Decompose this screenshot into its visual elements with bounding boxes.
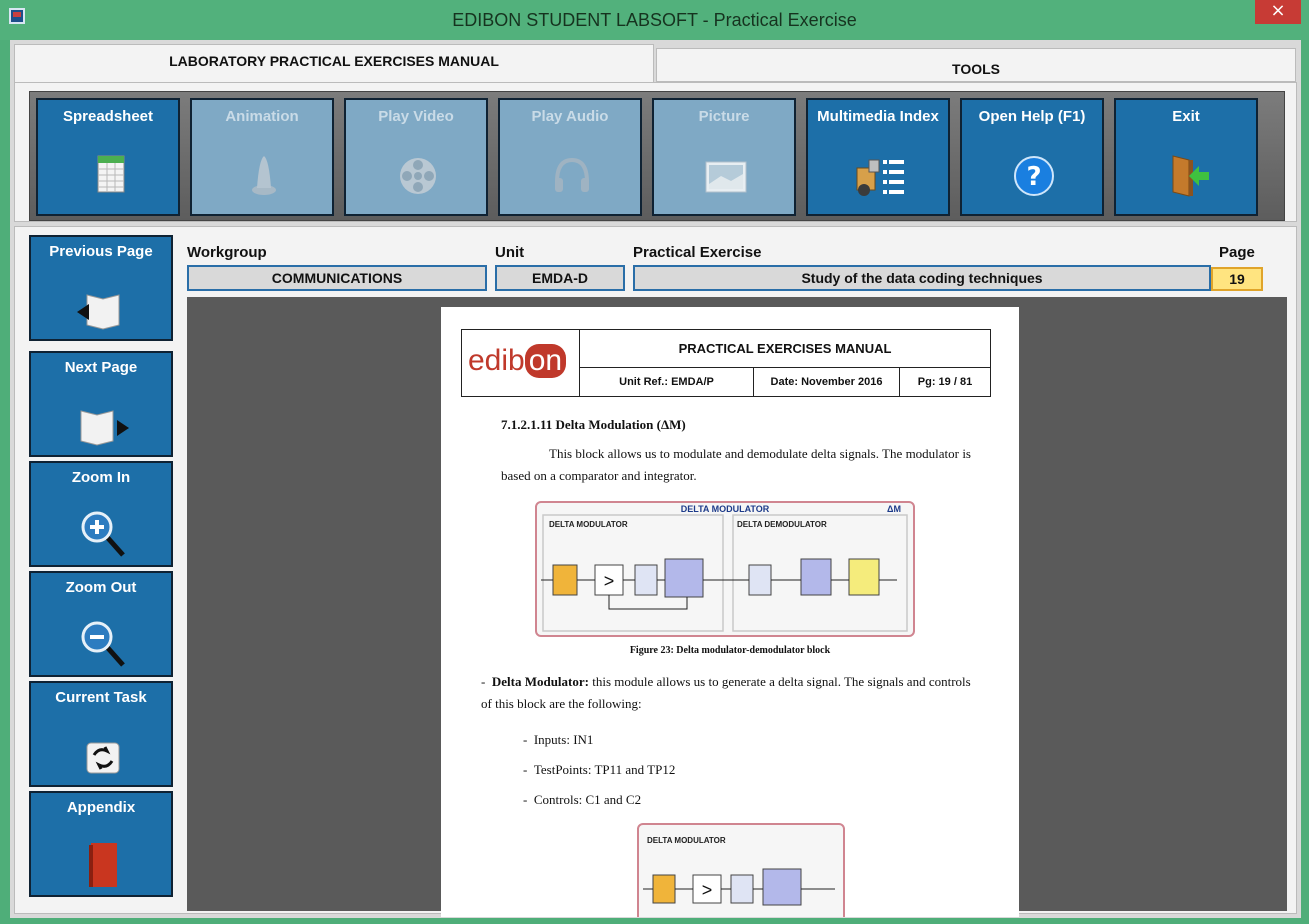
help-icon: ? xyxy=(1014,156,1054,196)
tab-tools[interactable]: TOOLS xyxy=(656,48,1296,82)
multimedia-index-label: Multimedia Index xyxy=(817,108,939,125)
edibon-logo: edib on xyxy=(462,330,580,396)
current-task-button[interactable]: Current Task xyxy=(29,681,173,787)
book-icon xyxy=(89,843,117,887)
content-area: Previous Page Next Page Zoom In Zoom Out… xyxy=(14,226,1297,917)
next-page-icon xyxy=(80,410,129,446)
appendix-button[interactable]: Appendix xyxy=(29,791,173,897)
controls-item: - Controls: C1 and C2 xyxy=(523,792,642,807)
paragraph: This block allows us to modulate and dem… xyxy=(501,446,971,483)
document-header: edib on PRACTICAL EXERCISES MANUAL Unit R… xyxy=(461,329,991,397)
headphones-icon xyxy=(555,157,589,192)
previous-page-label: Previous Page xyxy=(49,243,153,260)
document-title: PRACTICAL EXERCISES MANUAL xyxy=(580,330,990,368)
zoom-out-label: Zoom Out xyxy=(65,579,137,596)
tab-bar: LABORATORY PRACTICAL EXERCISES MANUAL TO… xyxy=(10,40,1301,82)
play-video-button[interactable]: Play Video xyxy=(344,98,488,216)
section-heading: 7.1.2.1.11 Delta Modulation (ΔM) xyxy=(501,417,686,432)
document-viewer[interactable]: edib on PRACTICAL EXERCISES MANUAL Unit R… xyxy=(187,297,1287,917)
refresh-icon xyxy=(86,742,120,774)
unit-label: Unit xyxy=(495,244,525,261)
figure2-title: DELTA MODULATOR xyxy=(647,836,726,845)
previous-page-icon xyxy=(77,294,120,330)
picture-label: Picture xyxy=(698,108,750,125)
play-video-label: Play Video xyxy=(378,108,454,125)
svg-text:?: ? xyxy=(1026,162,1041,192)
zoom-out-icon xyxy=(81,621,125,667)
modulator-label: DELTA MODULATOR xyxy=(549,520,628,529)
logo-on: on xyxy=(524,344,567,378)
unit-field: EMDA-D xyxy=(495,265,625,291)
testpoints-item: - TestPoints: TP11 and TP12 xyxy=(523,762,676,777)
document-page-ref: Pg: 19 / 81 xyxy=(917,376,973,388)
zoom-in-icon xyxy=(81,511,125,557)
next-page-button[interactable]: Next Page xyxy=(29,351,173,457)
appendix-label: Appendix xyxy=(66,799,136,816)
delta-modulator-figure: DELTA MODULATOR ΔM DELTA MODULATOR DELTA… xyxy=(535,501,915,637)
spreadsheet-button[interactable]: Spreadsheet xyxy=(36,98,180,216)
current-task-label: Current Task xyxy=(55,689,147,706)
title-bar: EDIBON STUDENT LABSOFT - Practical Exerc… xyxy=(0,0,1309,40)
figure-symbol: ΔM xyxy=(887,504,901,514)
spreadsheet-icon xyxy=(97,155,125,193)
block-diagram-2: DELTA MODULATOR > xyxy=(643,836,835,906)
open-help-button[interactable]: Open Help (F1) ? xyxy=(960,98,1104,216)
spreadsheet-label: Spreadsheet xyxy=(62,108,154,125)
picture-button[interactable]: Picture xyxy=(652,98,796,216)
exercise-field: Study of the data coding techniques xyxy=(633,265,1211,291)
zoom-in-label: Zoom In xyxy=(71,469,131,486)
next-page-label: Next Page xyxy=(64,359,138,376)
workgroup-label: Workgroup xyxy=(187,244,267,261)
multimedia-index-button[interactable]: Multimedia Index xyxy=(806,98,950,216)
bullet-title: Delta Modulator: xyxy=(491,674,589,689)
logo-text: edib xyxy=(468,344,525,377)
exit-button[interactable]: Exit xyxy=(1114,98,1258,216)
svg-text:>: > xyxy=(604,571,615,591)
zoom-out-button[interactable]: Zoom Out xyxy=(29,571,173,677)
exit-label: Exit xyxy=(1172,108,1200,125)
animation-button[interactable]: Animation xyxy=(190,98,334,216)
demodulator-label: DELTA DEMODULATOR xyxy=(737,520,827,529)
animation-icon xyxy=(252,156,276,195)
play-audio-label: Play Audio xyxy=(531,108,609,125)
figure-caption: Figure 23: Delta modulator-demodulator b… xyxy=(629,645,831,656)
workgroup-field: COMMUNICATIONS xyxy=(187,265,487,291)
document-page: edib on PRACTICAL EXERCISES MANUAL Unit R… xyxy=(441,307,1019,917)
previous-page-button[interactable]: Previous Page xyxy=(29,235,173,341)
figure-title: DELTA MODULATOR xyxy=(681,504,770,514)
block-diagram: DELTA MODULATOR ΔM DELTA MODULATOR DELTA… xyxy=(541,504,908,632)
toolbar: Spreadsheet Animation Play Video Play Au… xyxy=(29,91,1285,221)
delta-modulator-figure-2: DELTA MODULATOR > xyxy=(637,823,845,917)
zoom-in-button[interactable]: Zoom In xyxy=(29,461,173,567)
multimedia-index-icon xyxy=(856,159,904,196)
main-frame: LABORATORY PRACTICAL EXERCISES MANUAL TO… xyxy=(10,40,1301,918)
picture-icon xyxy=(705,161,747,193)
toolbar-area: Spreadsheet Animation Play Video Play Au… xyxy=(14,82,1297,222)
play-audio-button[interactable]: Play Audio xyxy=(498,98,642,216)
exercise-label: Practical Exercise xyxy=(633,244,762,261)
inputs-item: - Inputs: IN1 xyxy=(523,732,594,747)
svg-text:>: > xyxy=(702,880,713,900)
animation-label: Animation xyxy=(225,108,299,125)
exit-door-icon xyxy=(1172,155,1209,197)
delta-modulator-bullet: - Delta Modulator: this module allows us… xyxy=(481,674,971,711)
close-button[interactable]: × xyxy=(1255,0,1301,24)
document-date: Date: November 2016 xyxy=(754,368,900,396)
open-help-label: Open Help (F1) xyxy=(978,108,1086,125)
page-number: 19 xyxy=(1211,267,1263,291)
app-window: EDIBON STUDENT LABSOFT - Practical Exerc… xyxy=(0,0,1309,924)
film-reel-icon xyxy=(400,158,436,194)
page-label: Page xyxy=(1219,244,1255,261)
window-title: EDIBON STUDENT LABSOFT - Practical Exerc… xyxy=(452,10,857,30)
tab-manual[interactable]: LABORATORY PRACTICAL EXERCISES MANUAL xyxy=(14,44,654,82)
unit-ref: Unit Ref.: EMDA/P xyxy=(580,368,754,396)
